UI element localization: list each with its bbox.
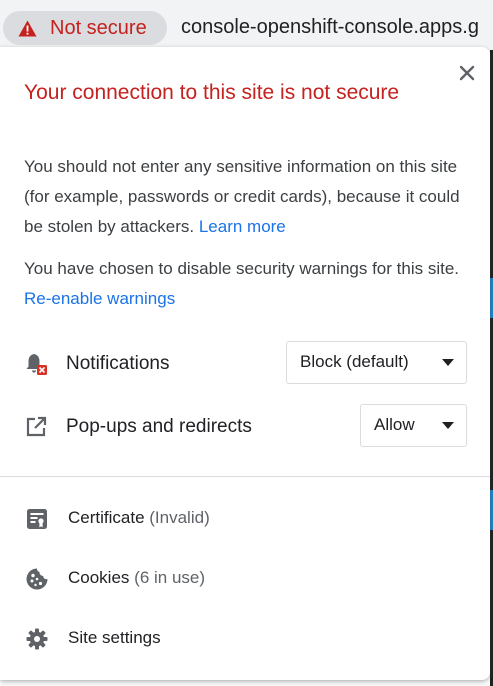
cookie-icon	[26, 568, 48, 590]
reenable-warnings-link[interactable]: Re-enable warnings	[24, 289, 175, 308]
row-label-sub: (Invalid)	[149, 508, 210, 527]
site-settings-label: Site settings	[68, 628, 161, 647]
row-label-main: Cookies	[68, 568, 130, 587]
chevron-down-icon	[442, 359, 454, 366]
close-icon[interactable]	[456, 62, 478, 84]
disabled-warnings-block: You have chosen to disable security warn…	[24, 254, 469, 314]
certificate-icon	[27, 509, 47, 529]
learn-more-link[interactable]: Learn more	[199, 217, 286, 236]
permission-label: Pop-ups and redirects	[66, 416, 252, 437]
certificate-row[interactable]: Certificate (Invalid)	[0, 495, 490, 543]
popup-title: Your connection to this site is not secu…	[24, 81, 400, 104]
permission-row-popups: Pop-ups and redirects Allow	[0, 404, 490, 450]
warning-text-block: You should not enter any sensitive infor…	[24, 152, 464, 242]
permission-label: Notifications	[66, 353, 170, 374]
divider	[0, 476, 490, 477]
popups-select[interactable]: Allow	[360, 404, 467, 447]
certificate-label: Certificate (Invalid)	[68, 508, 210, 528]
open-in-new-icon	[26, 416, 47, 437]
site-settings-row[interactable]: Site settings	[0, 615, 490, 663]
omnibox: Not secure console-openshift-console.app…	[0, 0, 493, 50]
select-value: Block (default)	[300, 352, 409, 371]
cookies-row[interactable]: Cookies (6 in use)	[0, 555, 490, 603]
security-chip[interactable]: Not secure	[3, 11, 167, 45]
disabled-warnings-text: You have chosen to disable security warn…	[24, 259, 460, 278]
permission-row-notifications: Notifications Block (default)	[0, 341, 490, 387]
warning-icon	[18, 20, 37, 37]
notifications-blocked-icon	[26, 354, 47, 375]
security-label: Not secure	[50, 17, 147, 39]
row-label-sub: (6 in use)	[134, 568, 206, 587]
url-text[interactable]: console-openshift-console.apps.g	[181, 16, 479, 39]
cookies-label: Cookies (6 in use)	[68, 568, 205, 588]
chevron-down-icon	[442, 422, 454, 429]
row-label-main: Certificate	[68, 508, 145, 527]
select-value: Allow	[374, 415, 415, 434]
gear-icon	[26, 628, 48, 650]
notifications-select[interactable]: Block (default)	[286, 341, 467, 384]
